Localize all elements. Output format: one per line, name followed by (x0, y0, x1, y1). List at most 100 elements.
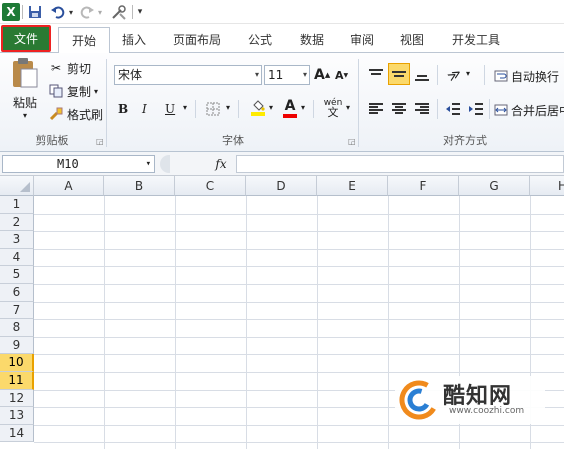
clipboard-launcher-icon[interactable]: ◲ (96, 137, 104, 146)
grid-line (34, 372, 564, 373)
qat-divider (132, 5, 133, 19)
format-painter-button[interactable]: 格式刷 (48, 105, 103, 123)
row-header-8[interactable]: 8 (0, 319, 34, 337)
column-header-b[interactable]: B (104, 176, 175, 196)
paste-label: 粘贴 (12, 96, 37, 110)
tab-file[interactable]: 文件 (1, 25, 51, 52)
undo-dropdown-icon[interactable]: ▾ (67, 3, 75, 21)
column-header-f[interactable]: F (388, 176, 459, 196)
name-box[interactable]: M10 ▾ (2, 155, 155, 173)
save-icon[interactable] (27, 3, 43, 21)
row-header-12[interactable]: 12 (0, 389, 34, 408)
tab-data[interactable]: 数据 (292, 27, 332, 53)
ribbon-tab-strip: 文件 开始 插入 页面布局 公式 数据 审阅 视图 开发工具 (0, 24, 564, 54)
font-launcher-icon[interactable]: ◲ (348, 137, 356, 146)
align-left-button[interactable] (366, 99, 386, 119)
redo-dropdown-icon[interactable]: ▾ (96, 3, 104, 21)
wrap-text-button[interactable]: 自动换行 (494, 66, 559, 86)
underline-button[interactable]: U (165, 99, 179, 119)
borders-dropdown-icon[interactable]: ▾ (226, 103, 230, 112)
undo-icon[interactable] (50, 3, 66, 21)
row-header-6[interactable]: 6 (0, 284, 34, 302)
customize-qat-icon[interactable]: ▾ (135, 3, 145, 21)
grid-line (175, 196, 176, 449)
row-header-14[interactable]: 14 (0, 424, 34, 443)
align-center-button[interactable] (389, 99, 409, 119)
insert-function-button[interactable]: fx (208, 155, 234, 173)
copy-label: 复制 (67, 84, 92, 99)
row-header-5[interactable]: 5 (0, 266, 34, 284)
tools-icon[interactable] (110, 3, 128, 21)
ribbon-separator (437, 99, 438, 119)
tab-home[interactable]: 开始 (58, 27, 110, 54)
font-name-combobox[interactable]: 宋体 ▾ (114, 65, 262, 85)
row-header-4[interactable]: 4 (0, 248, 34, 267)
row-header-3[interactable]: 3 (0, 231, 34, 249)
row-header-2[interactable]: 2 (0, 213, 34, 232)
orientation-dropdown-icon[interactable]: ▾ (466, 69, 470, 78)
paste-button[interactable]: 粘贴 ▾ (6, 57, 44, 131)
cut-button[interactable]: ✂ 剪切 (48, 59, 91, 77)
phonetic-guide-button[interactable]: wén 文 (322, 99, 344, 119)
watermark-url: www.coozhi.com (449, 406, 525, 416)
font-color-dropdown-icon[interactable]: ▾ (301, 103, 305, 112)
increase-indent-button[interactable] (466, 99, 486, 119)
fill-color-dropdown-icon[interactable]: ▾ (269, 103, 273, 112)
align-bottom-button[interactable] (412, 65, 432, 85)
font-size-combobox[interactable]: 11 ▾ (264, 65, 310, 85)
row-header-1[interactable]: 1 (0, 196, 34, 214)
merge-center-button[interactable]: 合并后居中 (494, 100, 564, 120)
tab-review[interactable]: 审阅 (342, 27, 382, 53)
copy-button[interactable]: 复制 ▾ (48, 82, 98, 100)
grid-line (34, 231, 564, 233)
phonetic-dropdown-icon[interactable]: ▾ (346, 103, 350, 112)
borders-button[interactable] (206, 101, 224, 117)
column-header-g[interactable]: G (459, 176, 530, 196)
grid-line (34, 354, 564, 356)
formula-bar: M10 ▾ fx (0, 152, 564, 176)
splitter-handle[interactable] (160, 155, 170, 173)
alignment-group-label: 对齐方式 (443, 134, 487, 147)
column-header-e[interactable]: E (317, 176, 388, 196)
font-name-dropdown-icon[interactable]: ▾ (255, 66, 259, 84)
tab-formulas[interactable]: 公式 (240, 27, 280, 53)
excel-icon[interactable]: X (2, 3, 20, 21)
tab-insert[interactable]: 插入 (114, 27, 154, 53)
underline-dropdown-icon[interactable]: ▾ (183, 103, 187, 112)
ribbon-separator (358, 59, 359, 147)
ribbon-home: 粘贴 ▾ ✂ 剪切 复制 ▾ 格式刷 剪贴板 ◲ 宋体 ▾ 11 ▾ A ▲ A… (0, 53, 564, 152)
bold-button[interactable]: B (118, 99, 132, 119)
shrink-font-button[interactable]: A ▼ (335, 65, 351, 85)
italic-button[interactable]: I (142, 99, 156, 119)
row-header-9[interactable]: 9 (0, 336, 34, 355)
grow-font-button[interactable]: A ▲ (314, 65, 330, 85)
column-header-a[interactable]: A (34, 176, 104, 196)
align-top-button[interactable] (366, 65, 386, 85)
formula-input[interactable] (236, 155, 564, 173)
select-all-corner[interactable] (0, 176, 34, 196)
row-header-11[interactable]: 11 (0, 372, 34, 390)
font-color-icon: A (284, 98, 296, 114)
grid-line (34, 284, 564, 285)
grid-line (34, 213, 564, 215)
cut-label: 剪切 (67, 61, 92, 76)
grid-line (34, 336, 564, 338)
tab-developer[interactable]: 开发工具 (446, 27, 506, 53)
row-header-10[interactable]: 10 (0, 354, 34, 372)
orientation-button[interactable]: ≫ (444, 65, 466, 85)
column-header-h[interactable]: H (530, 176, 564, 196)
align-middle-button[interactable] (388, 63, 410, 85)
font-color-button[interactable]: A (281, 98, 299, 120)
redo-icon[interactable] (79, 3, 95, 21)
row-header-7[interactable]: 7 (0, 301, 34, 320)
column-header-c[interactable]: C (175, 176, 246, 196)
fill-color-button[interactable] (249, 98, 267, 120)
tab-view[interactable]: 视图 (392, 27, 432, 53)
row-header-13[interactable]: 13 (0, 407, 34, 425)
name-box-dropdown-icon[interactable]: ▾ (146, 156, 151, 172)
column-header-d[interactable]: D (246, 176, 317, 196)
font-size-dropdown-icon[interactable]: ▾ (303, 66, 307, 84)
align-right-button[interactable] (412, 99, 432, 119)
decrease-indent-button[interactable] (443, 99, 463, 119)
tab-page-layout[interactable]: 页面布局 (166, 27, 228, 53)
